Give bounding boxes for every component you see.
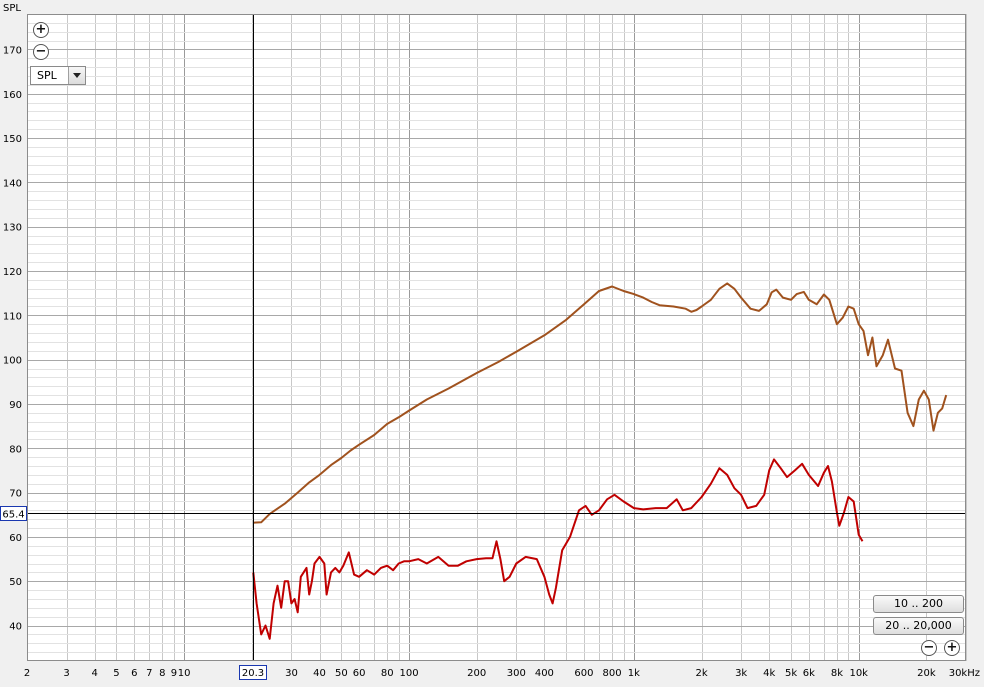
x-tick-label: 7 (146, 668, 152, 679)
y-tick-label: 60 (9, 533, 22, 544)
x-tick-label: 60 (353, 668, 366, 679)
x-tick-label: 30kHz (949, 668, 980, 679)
cursor-x-label: 20.3 (242, 668, 264, 679)
y-tick-label: 40 (9, 622, 22, 633)
y-tick-label: 140 (3, 178, 22, 189)
x-tick-label: 3 (63, 668, 69, 679)
y-tick-labels: 40 50 60 70 80 90 100 110 120 130 140 150 160 170 (3, 45, 22, 632)
x-tick-label: 4 (91, 668, 97, 679)
y-tick-label: 170 (3, 45, 22, 56)
x-tick-label: 300 (507, 668, 526, 679)
range-10-200-button[interactable]: 10 .. 200 (873, 595, 964, 613)
y-tick-label: 80 (9, 444, 22, 455)
x-zoom-out-icon[interactable]: − (921, 640, 937, 656)
zoom-in-icon[interactable]: + (33, 22, 49, 38)
y-tick-label: 100 (3, 356, 22, 367)
y-tick-label: 150 (3, 134, 22, 145)
x-tick-label: 5 (113, 668, 119, 679)
x-tick-label: 4k (763, 668, 775, 679)
x-tick-label: 8k (831, 668, 843, 679)
y-tick-label: 50 (9, 577, 22, 588)
y-axis-title: SPL (3, 3, 21, 14)
measurement-select-value: SPL (37, 69, 57, 82)
x-tick-label: 2k (695, 668, 707, 679)
x-tick-label: 30 (285, 668, 298, 679)
x-tick-label: 40 (313, 668, 326, 679)
x-zoom-in-icon[interactable]: + (944, 640, 960, 656)
zoom-out-icon[interactable]: − (33, 44, 49, 60)
spl-chart[interactable]: 65.4 20.3 SPL 40 50 60 70 80 90 100 110 120 130 140… (0, 0, 984, 687)
x-tick-label: 10k (849, 668, 868, 679)
y-tick-label: 160 (3, 90, 22, 101)
x-tick-label: 50 (335, 668, 348, 679)
x-tick-labels: 2 3 4 5 6 7 8 9 10 30 40 50 60 80 100 200 300 400 600 800 1k… (24, 668, 980, 679)
y-tick-label: 70 (9, 489, 22, 500)
measurement-select[interactable]: SPL (30, 66, 86, 85)
x-tick-label: 100 (399, 668, 418, 679)
x-tick-label: 10 (178, 668, 191, 679)
x-tick-label: 3k (735, 668, 747, 679)
x-tick-label: 1k (628, 668, 640, 679)
x-tick-label: 5k (785, 668, 797, 679)
cursor-y-label: 65.4 (2, 510, 24, 521)
y-tick-label: 130 (3, 223, 22, 234)
x-tick-label: 6 (131, 668, 137, 679)
x-tick-label: 20k (917, 668, 936, 679)
x-tick-label: 8 (159, 668, 165, 679)
y-tick-label: 90 (9, 400, 22, 411)
y-tick-label: 110 (3, 311, 22, 322)
x-tick-label: 6k (803, 668, 815, 679)
x-tick-label: 9 (171, 668, 177, 679)
x-tick-label: 800 (603, 668, 622, 679)
range-20-20000-button[interactable]: 20 .. 20,000 (873, 617, 964, 635)
x-tick-label: 200 (467, 668, 486, 679)
x-tick-label: 2 (24, 668, 30, 679)
y-tick-label: 120 (3, 267, 22, 278)
x-tick-label: 80 (381, 668, 394, 679)
chevron-down-icon[interactable] (68, 67, 85, 84)
x-tick-label: 400 (535, 668, 554, 679)
x-tick-label: 600 (574, 668, 593, 679)
